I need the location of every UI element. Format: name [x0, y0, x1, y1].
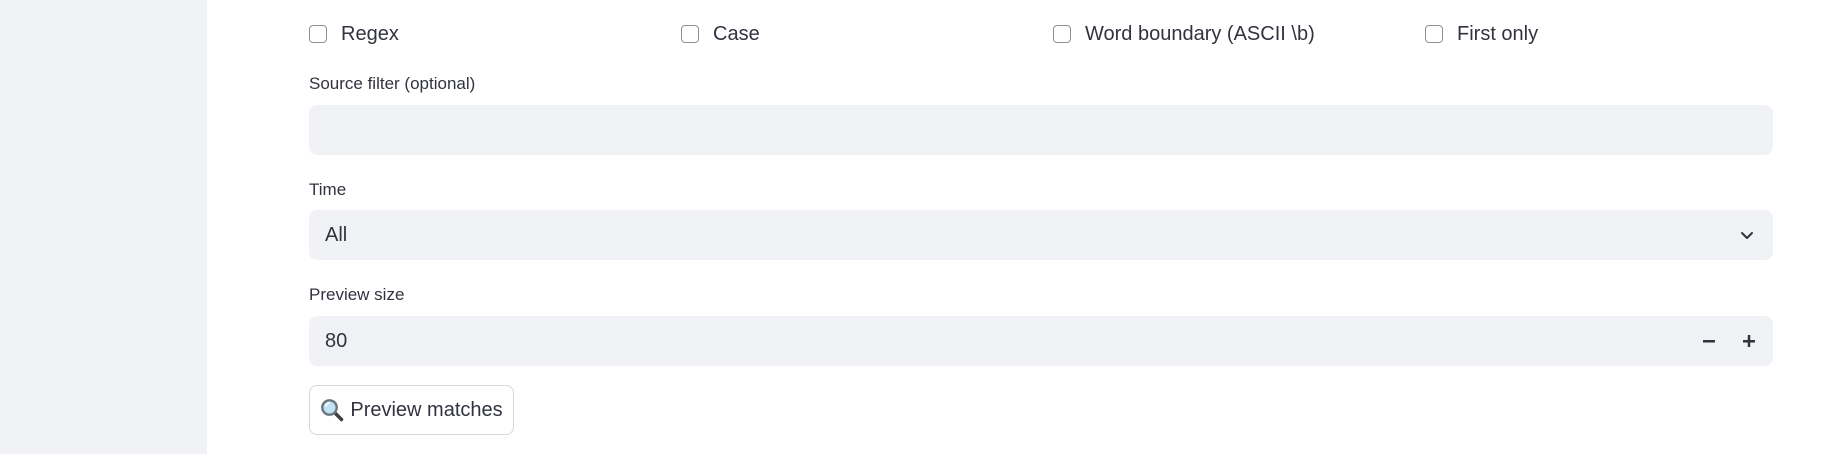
case-checkbox[interactable]: Case [681, 20, 760, 48]
source-filter-input[interactable] [309, 105, 1773, 155]
preview-matches-label: Preview matches [350, 398, 503, 421]
magnifying-glass-icon [321, 399, 344, 422]
match-options-row: Regex Case Word boundary (ASCII \b) Firs… [309, 20, 1773, 48]
word-boundary-checkbox[interactable]: Word boundary (ASCII \b) [1053, 20, 1315, 48]
word-boundary-checkbox-box[interactable] [1053, 25, 1071, 43]
first-only-checkbox[interactable]: First only [1425, 20, 1538, 48]
plus-icon [1743, 335, 1755, 347]
regex-checkbox-box[interactable] [309, 25, 327, 43]
preview-matches-button[interactable]: Preview matches [309, 385, 514, 435]
increment-button[interactable] [1729, 316, 1769, 366]
regex-checkbox[interactable]: Regex [309, 20, 399, 48]
first-only-checkbox-box[interactable] [1425, 25, 1443, 43]
preview-size-value[interactable]: 80 [325, 316, 347, 366]
time-select[interactable]: All [309, 210, 1773, 260]
sidebar [0, 0, 207, 454]
case-checkbox-label: Case [713, 22, 760, 45]
case-checkbox-box[interactable] [681, 25, 699, 43]
first-only-checkbox-label: First only [1457, 22, 1539, 45]
time-label: Time [309, 180, 347, 199]
time-selected-value: All [325, 224, 348, 246]
main-content: Regex Case Word boundary (ASCII \b) Firs… [309, 0, 1773, 454]
preview-size-input[interactable]: 80 [309, 316, 1773, 366]
regex-checkbox-label: Regex [341, 22, 399, 45]
chevron-down-icon [1741, 232, 1753, 239]
decrement-button[interactable] [1689, 316, 1729, 366]
word-boundary-checkbox-label: Word boundary (ASCII \b) [1085, 22, 1315, 45]
source-filter-label: Source filter (optional) [309, 74, 476, 93]
preview-size-label: Preview size [309, 285, 405, 304]
minus-icon [1703, 340, 1715, 343]
